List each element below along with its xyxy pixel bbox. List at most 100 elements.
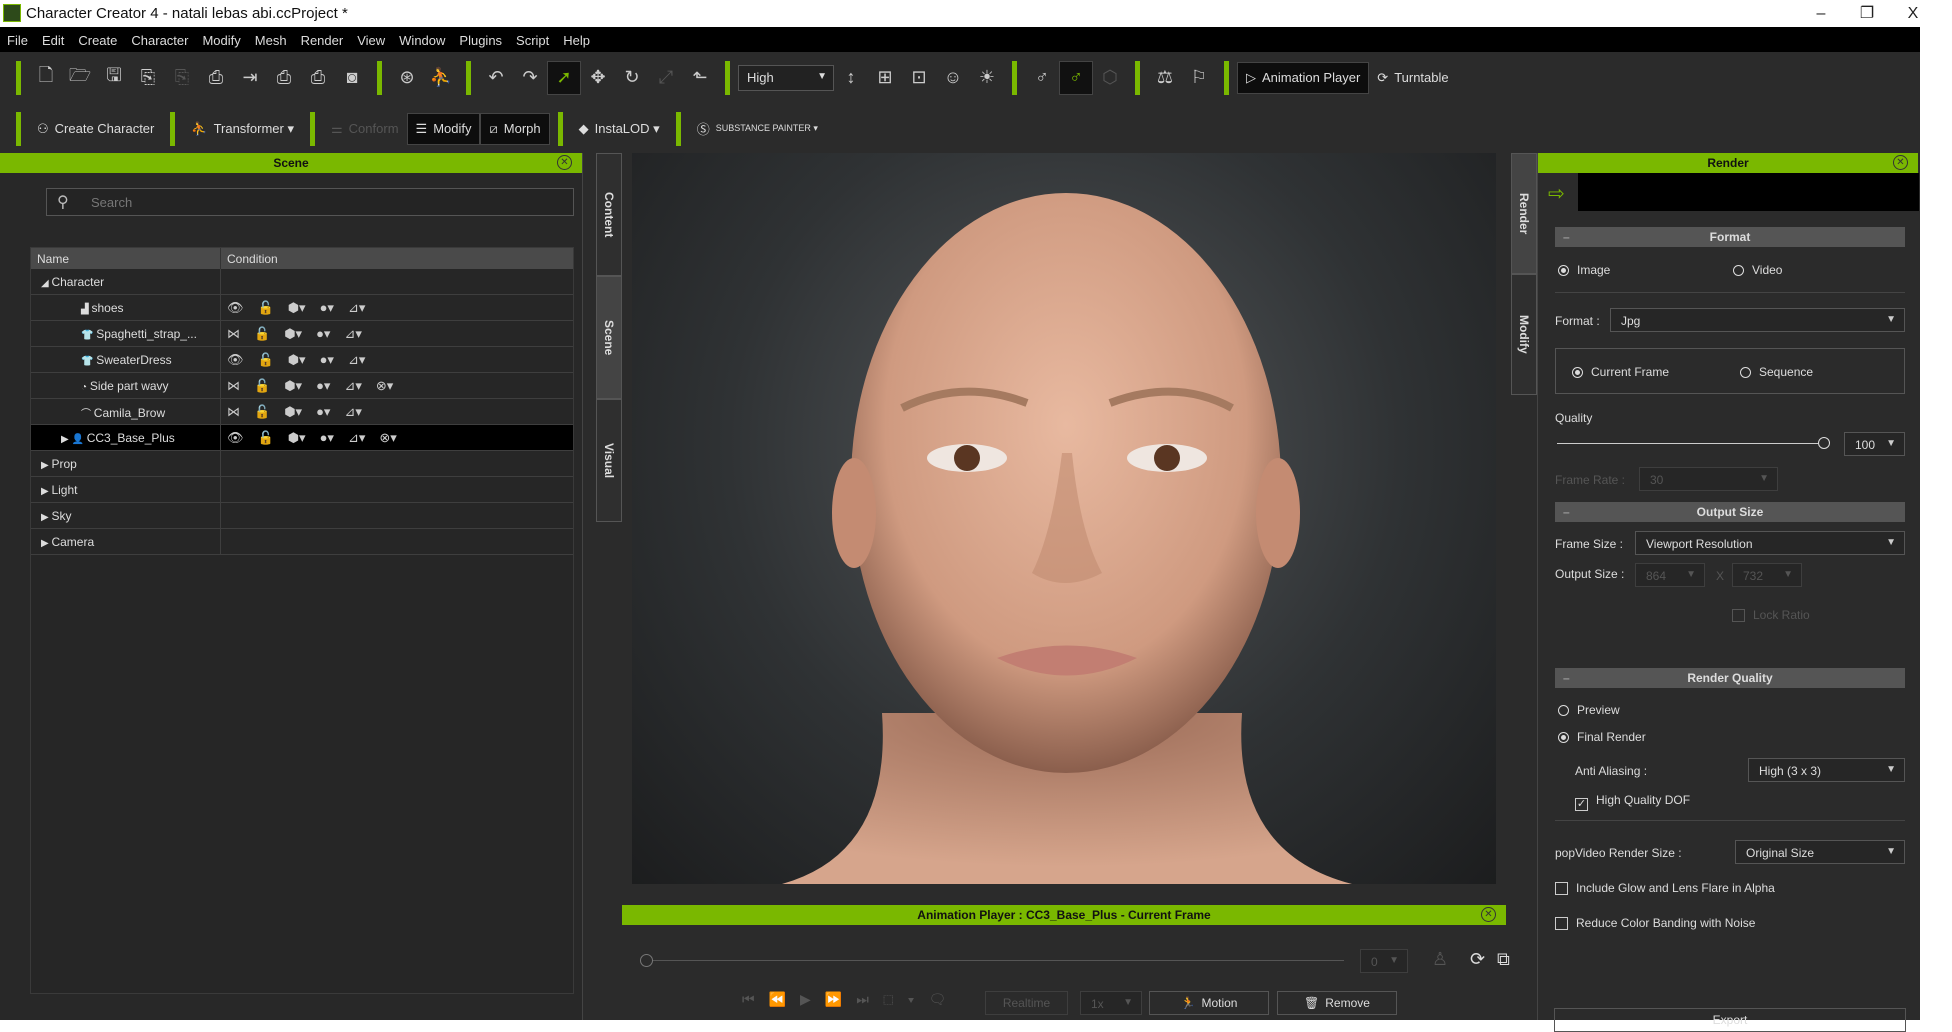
minimize-button[interactable]: –	[1798, 2, 1844, 26]
conform-button[interactable]: ⚌ Conform	[323, 113, 407, 145]
cubes-icon[interactable]: ⬡	[1093, 61, 1127, 95]
frame-rate-select[interactable]: 30	[1639, 467, 1778, 491]
tab-scene[interactable]: Scene	[596, 276, 622, 399]
mesh-cube-icon[interactable]: ⬢▾	[284, 404, 302, 420]
quality-slider-handle[interactable]	[1818, 437, 1830, 449]
timeline-handle[interactable]	[640, 954, 653, 967]
bone-active-icon[interactable]: ♂	[1059, 60, 1093, 95]
frame-size-select[interactable]: Viewport Resolution	[1635, 531, 1905, 555]
tree-row[interactable]: ▶ Sky	[31, 503, 573, 529]
tree-row[interactable]: ▶ Camera	[31, 529, 573, 555]
mesh-cube-icon[interactable]: ⬢▾	[288, 352, 306, 368]
tree-row[interactable]: ◢ Character	[31, 269, 573, 295]
unlock-icon[interactable]: 🔓	[254, 404, 270, 420]
mesh-cube-icon[interactable]: ⬢▾	[284, 378, 302, 394]
search-input[interactable]: ⚲ Search	[46, 188, 574, 216]
menu-render[interactable]: Render	[294, 27, 351, 48]
uv-icon[interactable]: ⊿▾	[344, 326, 361, 342]
select-arrow-icon[interactable]: ➚	[547, 60, 581, 95]
quality-slider[interactable]	[1557, 443, 1825, 444]
uv-icon[interactable]: ⊿▾	[344, 378, 361, 394]
hidden-eye-icon[interactable]: ⋈	[227, 404, 240, 420]
unlock-icon[interactable]: 🔓	[258, 300, 274, 316]
playback-controls[interactable]: ⏮⏪▶⏩⏭⬚▾🗨	[742, 991, 960, 1008]
visible-eye-icon[interactable]: 👁	[227, 300, 244, 316]
output-width-input[interactable]: 864	[1635, 563, 1705, 587]
import-ic-icon[interactable]: ⎘	[165, 61, 199, 95]
expand-arrow-icon[interactable]: ◢	[41, 278, 51, 289]
unlock-icon[interactable]: 🔓	[254, 326, 270, 342]
expand-arrow-icon[interactable]: ▶	[41, 486, 51, 497]
tree-row[interactable]: ◔ Side part wavy ⋈ 🔓 ⬢▾ ●▾ ⊿▾ ⊗▾	[31, 373, 573, 399]
uv-icon[interactable]: ⊿▾	[348, 300, 365, 316]
turntable-icon[interactable]: ⟳	[1470, 949, 1485, 970]
redo-icon[interactable]: ↷	[513, 61, 547, 95]
visible-eye-icon[interactable]: 👁	[227, 430, 244, 446]
tree-row[interactable]: ▶ 👤 CC3_Base_Plus 👁 🔓 ⬢▾ ●▾ ⊿▾ ⊗▾	[31, 425, 573, 451]
motion-button[interactable]: 🏃 Motion	[1149, 991, 1269, 1015]
menu-window[interactable]: Window	[392, 27, 452, 48]
menu-edit[interactable]: Edit	[35, 27, 71, 48]
expand-arrow-icon[interactable]: ▶	[41, 460, 51, 471]
unlock-icon[interactable]: 🔓	[254, 378, 270, 394]
align-icon[interactable]: ⬑	[683, 61, 717, 95]
export-fbx-icon[interactable]: ⎙	[301, 61, 335, 95]
mesh-cube-icon[interactable]: ⬢▾	[284, 326, 302, 342]
menu-modify[interactable]: Modify	[195, 27, 247, 48]
material-sphere-icon[interactable]: ●▾	[316, 404, 330, 420]
tab-visual[interactable]: Visual	[596, 399, 622, 522]
quality-input[interactable]: 100	[1844, 432, 1905, 456]
new-file-icon[interactable]: 🗋	[29, 61, 63, 95]
rotate-icon[interactable]: ↻	[615, 61, 649, 95]
preview-radio[interactable]: Preview	[1558, 703, 1620, 717]
menu-mesh[interactable]: Mesh	[248, 27, 294, 48]
material-sphere-icon[interactable]: ●▾	[320, 352, 334, 368]
camera-view-icon[interactable]: ⊡	[902, 61, 936, 95]
pose-icon[interactable]: ⛹	[424, 61, 458, 95]
menu-view[interactable]: View	[350, 27, 392, 48]
video-radio[interactable]: Video	[1733, 263, 1782, 277]
remove-circle-icon[interactable]: ⊗▾	[376, 378, 393, 394]
close-icon[interactable]: ✕	[557, 155, 572, 170]
tree-row[interactable]: ▶ Prop	[31, 451, 573, 477]
expand-arrow-icon[interactable]: ▶	[41, 538, 51, 549]
substance-painter-button[interactable]: Ⓢ SUBSTANCE PAINTER ▾	[689, 113, 826, 145]
animation-player-button[interactable]: ▷ Animation Player	[1237, 61, 1370, 94]
close-icon[interactable]: ✕	[1481, 907, 1496, 922]
speed-select[interactable]: 1x	[1080, 991, 1142, 1015]
face-icon[interactable]: ☺	[936, 61, 970, 95]
close-icon[interactable]: ✕	[1893, 155, 1908, 170]
close-window-button[interactable]: X	[1890, 2, 1936, 26]
hidden-eye-icon[interactable]: ⋈	[227, 378, 240, 394]
quality-select[interactable]: High	[738, 64, 834, 91]
open-folder-icon[interactable]: 🗁	[63, 61, 97, 95]
uv-icon[interactable]: ⊿▾	[348, 352, 365, 368]
export-render-icon[interactable]: ⇨	[1538, 173, 1578, 211]
column-name[interactable]: Name	[31, 248, 221, 269]
undo-icon[interactable]: ↶	[479, 61, 513, 95]
menu-help[interactable]: Help	[556, 27, 597, 48]
visible-eye-icon[interactable]: 👁	[227, 352, 244, 368]
save-icon[interactable]: 🖫	[97, 61, 131, 95]
import-character-icon[interactable]: ⎘	[131, 61, 165, 95]
high-quality-dof-checkbox[interactable]: ✓ High Quality DOF	[1575, 793, 1690, 811]
headshot-icon[interactable]: ⊛	[390, 61, 424, 95]
menu-plugins[interactable]: Plugins	[452, 27, 509, 48]
tab-render[interactable]: Render	[1511, 153, 1537, 274]
render-target-icon[interactable]: ◙	[335, 61, 369, 95]
fit-height-icon[interactable]: ↕	[834, 61, 868, 95]
fit-view-icon[interactable]: ⊞	[868, 61, 902, 95]
window-mode-icon[interactable]: ⧉	[1497, 949, 1510, 970]
instalod-button[interactable]: ◆ InstaLOD ▾	[571, 113, 668, 145]
unlock-icon[interactable]: 🔓	[258, 352, 274, 368]
turntable-button[interactable]: ⟳ Turntable	[1369, 62, 1456, 94]
export-icon[interactable]: ⇥	[233, 61, 267, 95]
hidden-eye-icon[interactable]: ⋈	[227, 326, 240, 342]
menu-script[interactable]: Script	[509, 27, 556, 48]
transformer-button[interactable]: ⛹ Transformer ▾	[183, 113, 302, 145]
menu-file[interactable]: File	[0, 27, 35, 48]
format-section-header[interactable]: Format	[1555, 227, 1905, 247]
uv-icon[interactable]: ⊿▾	[348, 430, 365, 446]
material-sphere-icon[interactable]: ●▾	[320, 430, 334, 446]
current-frame-radio[interactable]: Current Frame	[1572, 365, 1669, 379]
